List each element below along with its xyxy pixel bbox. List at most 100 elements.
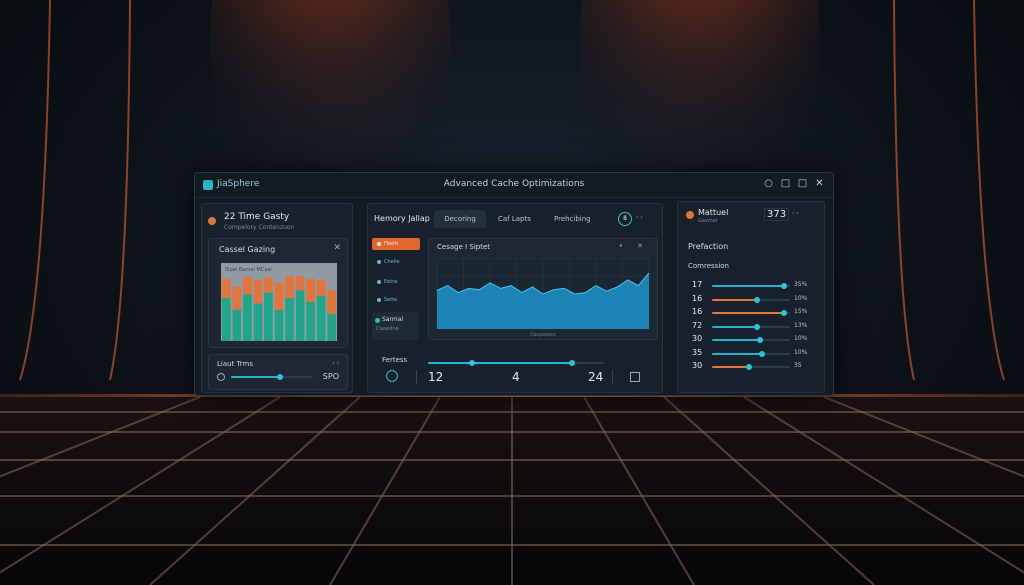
chart-bar — [222, 278, 231, 299]
cache-card: Cassel Gazing ✕ Sipel Barnal MCaal — [208, 238, 348, 348]
right-panel: Mattuel Gavmal 373 ‹ › Prefaction Comres… — [677, 201, 825, 393]
row-value: 10% — [794, 294, 808, 302]
limit-value: SPO — [322, 372, 339, 381]
right-panel-title: Mattuel — [698, 208, 729, 217]
maximize-button[interactable]: □ — [797, 178, 808, 190]
limit-nav-arrows[interactable]: ‹ › — [332, 360, 339, 367]
row-slider[interactable] — [712, 283, 790, 289]
curved-wall-left — [19, 0, 131, 381]
row-slider-fill — [712, 325, 758, 328]
chart-bar — [274, 282, 284, 310]
checkbox[interactable] — [630, 372, 640, 382]
compression-row: 72 13% — [688, 321, 818, 331]
settings-icon[interactable]: ○ — [763, 178, 774, 190]
right-panel-counter: 373 — [764, 208, 790, 221]
row-slider[interactable] — [712, 296, 790, 303]
row-value: 10% — [794, 348, 808, 356]
row-label: 16 — [692, 293, 703, 303]
row-slider-knob[interactable] — [754, 323, 761, 330]
row-slider[interactable] — [712, 323, 790, 330]
row-slider-fill — [712, 312, 784, 314]
title-bar: JiaSphere Advanced Cache Optimizations ○… — [195, 173, 833, 198]
row-slider[interactable] — [712, 337, 790, 343]
side-item-label: Sette — [384, 297, 398, 303]
row-slider-fill — [712, 298, 758, 301]
chart-caption: Sipel Barnal MCaal — [225, 267, 272, 273]
row-slider-knob[interactable] — [754, 296, 761, 303]
row-value: 35% — [794, 281, 808, 288]
chart-x-caption: Cooplesten — [530, 332, 555, 337]
app-window: JiaSphere Advanced Cache Optimizations ○… — [194, 172, 834, 396]
chart-bar — [274, 309, 284, 341]
metric-value-1: 12 — [428, 370, 444, 384]
middle-panel: Hemory Jallap Decoring Caf Lapts Prehcib… — [367, 203, 663, 393]
side-item-eetra[interactable]: Eetra — [372, 276, 420, 288]
side-summary-card[interactable]: Sarmal Claseline — [372, 312, 418, 340]
compression-row: 16 10% — [688, 294, 818, 304]
row-slider-fill — [712, 352, 762, 355]
tab-count-badge[interactable]: 8 — [618, 212, 632, 226]
usage-card: Cesage I Siptet • ✕ Cooplesten — [428, 238, 658, 340]
close-icon[interactable]: ✕ — [333, 243, 341, 253]
prefetch-heading: Prefaction — [688, 242, 729, 251]
side-item-sette[interactable]: Sette — [372, 294, 420, 306]
side-item-chelie[interactable]: Chelie — [372, 256, 420, 268]
side-card-subtitle: Claseline — [376, 326, 399, 332]
compression-row: 17 35% — [688, 280, 818, 290]
row-slider[interactable] — [712, 310, 790, 316]
right-panel-subtitle: Gavmal — [698, 218, 718, 224]
usage-card-actions[interactable]: • ✕ — [619, 242, 649, 250]
right-nav-arrows[interactable]: ‹ › — [792, 210, 799, 217]
tab-nav-arrows[interactable]: ‹ › — [636, 214, 643, 221]
row-slider-fill — [712, 285, 784, 287]
row-slider[interactable] — [712, 364, 790, 370]
usage-area-chart: Cooplesten — [436, 258, 650, 337]
chart-bar — [243, 294, 252, 341]
usage-card-title: Cesage I Siptet — [437, 243, 491, 251]
compression-row: 30 10% — [688, 334, 818, 344]
factors-label: Fertess — [382, 356, 408, 364]
row-label: 72 — [692, 320, 703, 330]
row-slider-knob[interactable] — [780, 310, 787, 316]
curved-wall-right — [893, 0, 1005, 381]
bullet-icon — [377, 259, 381, 264]
tab-caf-lapts[interactable]: Caf Lapts — [498, 210, 531, 228]
tab-decoring[interactable]: Decoring — [434, 210, 486, 228]
row-label: 16 — [692, 307, 703, 316]
side-item-label: Eetra — [384, 279, 398, 285]
side-item-fbeth[interactable]: Fbeth — [372, 238, 420, 250]
chart-bar — [243, 277, 252, 295]
limit-slider-fill — [231, 376, 281, 378]
row-slider-knob[interactable] — [757, 337, 764, 343]
bullet-icon — [377, 297, 381, 302]
row-slider-knob[interactable] — [758, 350, 765, 357]
status-dot-icon — [375, 318, 380, 323]
chart-bar — [232, 286, 242, 310]
side-item-label: Chelie — [384, 259, 400, 265]
compression-row: 30 35 — [688, 361, 818, 371]
tab-prefetching[interactable]: Prehcibing — [554, 210, 591, 228]
chart-bar — [306, 278, 315, 302]
limit-slider[interactable] — [231, 374, 313, 380]
chart-bar — [264, 277, 273, 293]
chart-bar — [264, 292, 273, 341]
power-icon[interactable] — [386, 370, 398, 382]
limit-slider-knob[interactable] — [277, 374, 284, 380]
row-label: 30 — [692, 361, 703, 370]
row-label: 30 — [692, 334, 703, 343]
minimize-button[interactable]: □ — [780, 178, 791, 190]
factor-knob-end[interactable] — [569, 360, 576, 366]
compression-row: 16 15% — [688, 307, 818, 317]
close-button[interactable]: ✕ — [814, 178, 825, 190]
toggle-ring-icon[interactable] — [217, 373, 225, 381]
row-label: 17 — [692, 280, 703, 289]
factor-range-slider[interactable] — [428, 360, 604, 366]
tab-memory[interactable]: Hemory Jallap — [374, 210, 430, 228]
chart-bar — [253, 303, 263, 341]
row-slider-knob[interactable] — [746, 364, 753, 370]
row-slider[interactable] — [712, 350, 790, 357]
chart-bar — [285, 276, 294, 299]
left-panel-subtitle: Compelory Contenzuon — [224, 224, 295, 231]
factor-knob-start[interactable] — [469, 360, 475, 366]
row-slider-knob[interactable] — [780, 283, 787, 289]
